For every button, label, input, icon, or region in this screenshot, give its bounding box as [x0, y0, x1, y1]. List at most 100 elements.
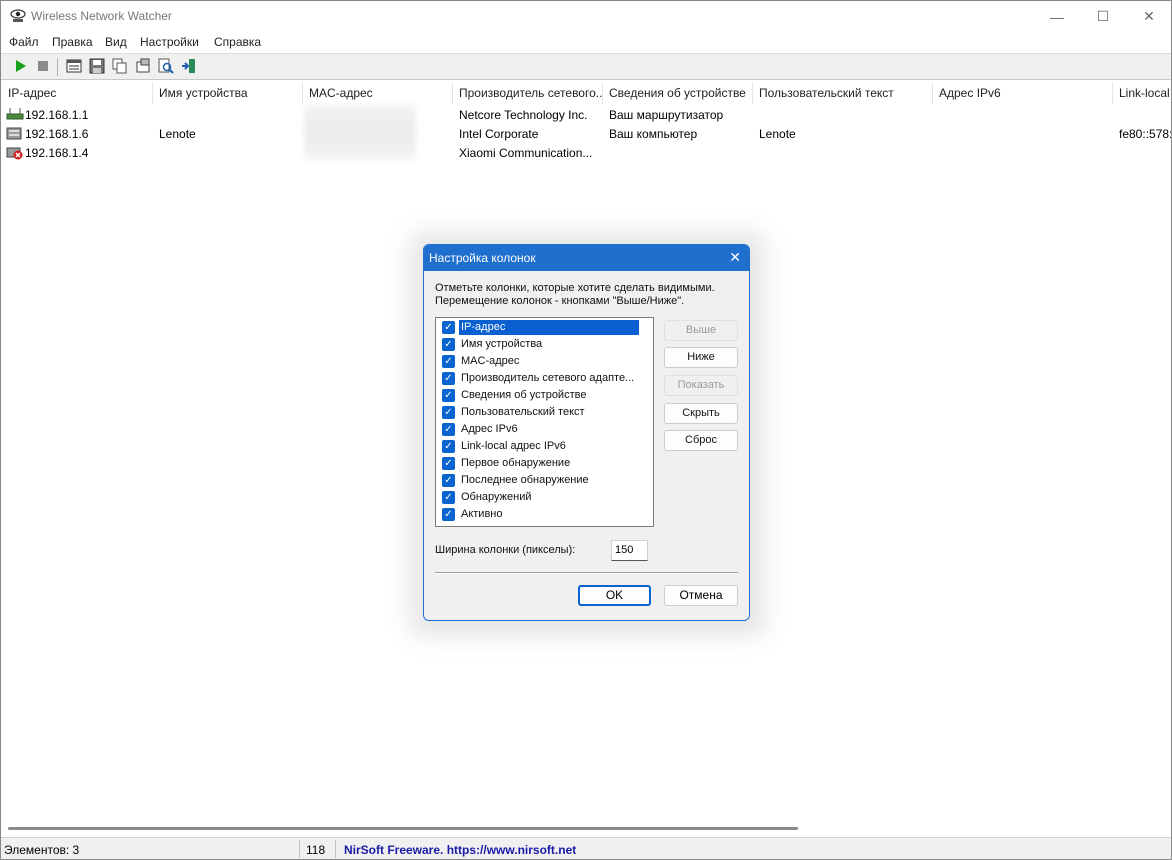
column-checklist[interactable]: ✓ IP-адрес ✓ Имя устройства ✓ MAC-адрес ✓ Пр…	[435, 317, 654, 527]
checkbox-checked-icon[interactable]: ✓	[442, 423, 455, 436]
app-eye-icon	[10, 8, 26, 24]
checkbox-checked-icon[interactable]: ✓	[442, 372, 455, 385]
column-option[interactable]: ✓ Пользовательский текст	[441, 404, 649, 421]
show-button[interactable]: Показать	[664, 375, 738, 396]
horizontal-scrollbar[interactable]	[2, 822, 1171, 834]
checkbox-checked-icon[interactable]: ✓	[442, 440, 455, 453]
column-option[interactable]: ✓ Последнее обнаружение	[441, 472, 649, 489]
column-option[interactable]: ✓ Адрес IPv6	[441, 421, 649, 438]
menu-settings[interactable]: Настройки	[140, 35, 199, 49]
title-bar: Wireless Network Watcher — ☐ ✕	[1, 1, 1171, 32]
column-option-label: Активно	[461, 508, 503, 520]
checkbox-checked-icon[interactable]: ✓	[442, 389, 455, 402]
row-vendor: Xiaomi Communication...	[459, 146, 593, 160]
row-device-info: Ваш компьютер	[609, 127, 698, 141]
column-option[interactable]: ✓ Имя устройства	[441, 336, 649, 353]
find-button[interactable]	[157, 57, 175, 75]
close-icon: ✕	[1143, 8, 1155, 24]
menu-view[interactable]: Вид	[105, 35, 127, 49]
copy-button[interactable]	[111, 57, 129, 75]
column-option[interactable]: ✓ Обнаружений	[441, 489, 649, 506]
column-header-device-name[interactable]: Имя устройства	[153, 82, 303, 104]
properties-icon	[136, 58, 150, 73]
minimize-icon: —	[1050, 8, 1064, 25]
instruction-line: Перемещение колонок - кнопками "Выше/Ниж…	[435, 295, 685, 307]
computer-icon	[6, 126, 24, 144]
maximize-icon: ☐	[1096, 8, 1110, 24]
column-header-link-local[interactable]: Link-local	[1113, 82, 1171, 104]
row-vendor: Netcore Technology Inc.	[459, 108, 588, 122]
save-icon	[89, 58, 105, 74]
html-report-button[interactable]	[65, 57, 83, 75]
html-report-icon	[66, 59, 82, 73]
stop-scan-button[interactable]	[34, 57, 52, 75]
ok-button[interactable]: OK	[578, 585, 651, 606]
scrollbar-thumb[interactable]	[8, 827, 798, 830]
dialog-close-icon[interactable]: ✕	[729, 249, 741, 266]
column-option[interactable]: ✓ Сведения об устройстве	[441, 387, 649, 404]
status-separator	[299, 840, 300, 858]
window-title: Wireless Network Watcher	[31, 9, 172, 23]
column-width-input[interactable]: 150	[611, 540, 648, 561]
column-option-label: Пользовательский текст	[461, 406, 585, 418]
menu-edit[interactable]: Правка	[52, 35, 93, 49]
column-header-vendor[interactable]: Производитель сетевого...	[453, 82, 603, 104]
checkbox-checked-icon[interactable]: ✓	[442, 508, 455, 521]
column-option-label: Обнаружений	[461, 491, 532, 503]
row-ip: 192.168.1.4	[25, 146, 89, 160]
checkbox-checked-icon[interactable]: ✓	[442, 406, 455, 419]
checkbox-checked-icon[interactable]: ✓	[442, 491, 455, 504]
find-icon	[158, 58, 174, 74]
column-option-label: Link-local адрес IPv6	[461, 440, 566, 452]
table-row[interactable]: 192.168.1.4 Xiaomi Communication...	[2, 144, 1171, 163]
save-button[interactable]	[88, 57, 106, 75]
move-down-button[interactable]: Ниже	[664, 347, 738, 368]
move-up-button[interactable]: Выше	[664, 320, 738, 341]
instruction-line: Отметьте колонки, которые хотите сделать…	[435, 282, 715, 294]
column-header-ip[interactable]: IP-адрес	[2, 82, 153, 104]
column-option[interactable]: ✓ IP-адрес	[441, 319, 649, 336]
column-option[interactable]: ✓ Link-local адрес IPv6	[441, 438, 649, 455]
column-option[interactable]: ✓ Первое обнаружение	[441, 455, 649, 472]
menu-file[interactable]: Файл	[9, 35, 39, 49]
row-device-info: Ваш маршрутизатор	[609, 108, 724, 122]
start-scan-button[interactable]	[11, 57, 29, 75]
column-header-ipv6[interactable]: Адрес IPv6	[933, 82, 1113, 104]
row-device-name: Lenote	[159, 127, 196, 141]
exit-icon	[182, 59, 195, 73]
column-header-mac[interactable]: MAC-адрес	[303, 82, 453, 104]
status-number: 118	[306, 843, 326, 857]
toolbar-separator	[57, 58, 58, 76]
cancel-button[interactable]: Отмена	[664, 585, 738, 606]
column-option[interactable]: ✓ Активно	[441, 506, 649, 523]
checkbox-checked-icon[interactable]: ✓	[442, 474, 455, 487]
column-option[interactable]: ✓ Производитель сетевого адапте...	[441, 370, 649, 387]
hide-button[interactable]: Скрыть	[664, 403, 738, 424]
checkbox-checked-icon[interactable]: ✓	[442, 338, 455, 351]
dialog-divider	[435, 572, 738, 574]
dialog-instructions: Отметьте колонки, которые хотите сделать…	[435, 282, 740, 308]
row-ip: 192.168.1.1	[25, 108, 89, 122]
properties-button[interactable]	[134, 57, 152, 75]
table-row[interactable]: 192.168.1.1 Netcore Technology Inc. Ваш …	[2, 106, 1171, 125]
column-option[interactable]: ✓ MAC-адрес	[441, 353, 649, 370]
column-width-label: Ширина колонки (пикселы):	[435, 544, 576, 556]
exit-button[interactable]	[180, 57, 198, 75]
minimize-button[interactable]: —	[1034, 1, 1080, 32]
nirsoft-link[interactable]: NirSoft Freeware. https://www.nirsoft.ne…	[344, 843, 576, 857]
checkbox-checked-icon[interactable]: ✓	[442, 457, 455, 470]
row-user-text: Lenote	[759, 127, 796, 141]
stop-scan-icon	[38, 61, 48, 71]
close-button[interactable]: ✕	[1126, 1, 1172, 32]
status-bar: Элементов: 3 118 NirSoft Freeware. https…	[1, 837, 1171, 859]
row-ip: 192.168.1.6	[25, 127, 89, 141]
table-row[interactable]: 192.168.1.6 Lenote Intel Corporate Ваш к…	[2, 125, 1171, 144]
column-header-user-text[interactable]: Пользовательский текст	[753, 82, 933, 104]
column-header-device-info[interactable]: Сведения об устройстве	[603, 82, 753, 104]
column-option-label: Первое обнаружение	[461, 457, 571, 469]
reset-button[interactable]: Сброс	[664, 430, 738, 451]
menu-help[interactable]: Справка	[214, 35, 261, 49]
checkbox-checked-icon[interactable]: ✓	[442, 355, 455, 368]
checkbox-checked-icon[interactable]: ✓	[442, 321, 455, 334]
maximize-button[interactable]: ☐	[1080, 1, 1126, 32]
